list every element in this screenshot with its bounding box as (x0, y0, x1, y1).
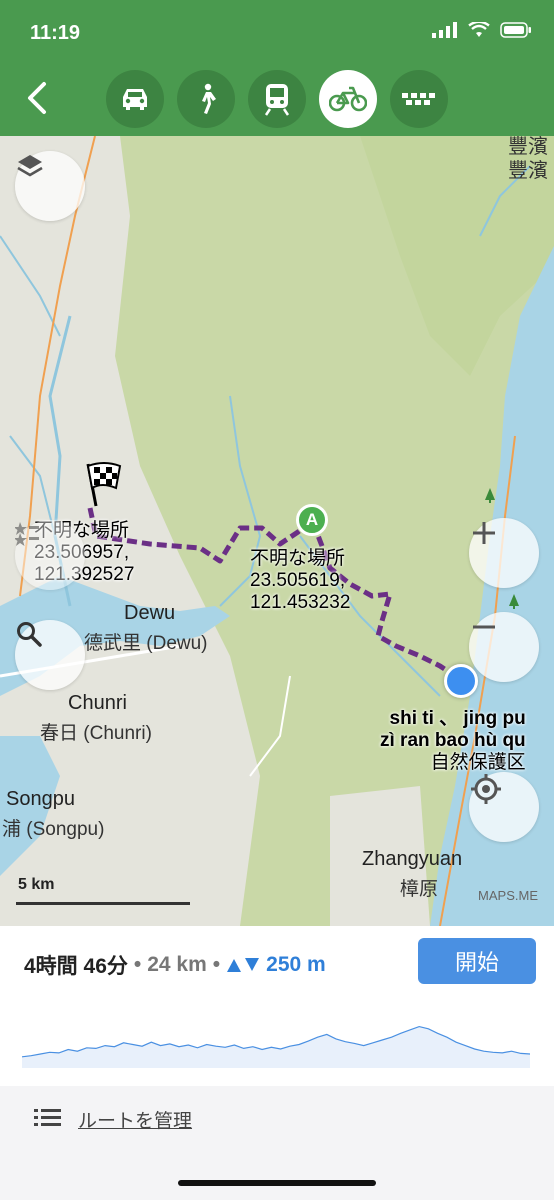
route-mode-bar (0, 62, 554, 136)
start-pin-lat: 23.505619, (250, 570, 346, 591)
manage-route-bar[interactable]: ルートを管理 (0, 1086, 554, 1148)
mode-car-button[interactable] (106, 70, 164, 128)
elevation-icon (227, 958, 260, 972)
route-summary-panel: 4時間 46分 • 24 km • 250 m 開始 (0, 926, 554, 1086)
status-bar: 11:19 (0, 0, 554, 62)
my-location-button[interactable] (469, 772, 539, 842)
map-scale-label: 5 km (18, 876, 55, 893)
route-duration: 4時間 46分 (24, 955, 128, 978)
bike-icon (329, 86, 367, 112)
current-location-line2: zì ran bao hù qu (380, 730, 526, 751)
separator-dot: • (133, 953, 142, 976)
map-label-songpu-jp: 浦 (Songpu) (2, 819, 105, 840)
signal-icon (432, 22, 457, 38)
map-label-zhangyuan-en: Zhangyuan (362, 848, 463, 870)
train-icon (264, 84, 290, 116)
route-elevation: 250 m (266, 953, 326, 976)
zoom-out-button[interactable] (469, 612, 539, 682)
map-scale-bar (16, 902, 190, 905)
map-label-zhangyuan-jp: 樟原 (400, 879, 439, 900)
back-icon[interactable] (20, 78, 56, 118)
search-icon (17, 622, 42, 647)
map-attribution: MAPS.ME (478, 888, 538, 903)
map-label-fengbin-2: 豐濱 (508, 160, 548, 182)
route-summary: 4時間 46分 • 24 km • 250 m (24, 950, 326, 980)
start-pin-lon: 121.453232 (250, 592, 351, 613)
current-location-dot[interactable] (444, 664, 478, 698)
current-location-label: shi ti 、 jing pu zì ran bao hù qu 自然保護区 (380, 708, 526, 774)
zoom-in-button[interactable] (469, 518, 539, 588)
battery-icon (500, 22, 531, 38)
layers-button[interactable] (15, 151, 85, 221)
status-time: 11:19 (30, 22, 81, 44)
layers-icon (17, 155, 43, 177)
walk-icon (202, 83, 216, 114)
mode-bike-button[interactable] (319, 70, 377, 128)
wifi-icon (468, 22, 490, 37)
crosshair-icon (471, 774, 501, 804)
start-marker-a[interactable]: A (296, 504, 328, 536)
bookmarks-icon (15, 522, 39, 546)
map-label-songpu-en: Songpu (6, 788, 75, 810)
current-location-line1: shi ti 、 jing pu (389, 708, 526, 729)
route-distance: 24 km (147, 953, 207, 976)
taxi-icon (402, 93, 435, 105)
map-view[interactable]: 豐濱 豐濱 Dewu 德武里 (Dewu) Chunri 春日 (Chunri)… (0, 136, 554, 926)
start-pin-title: 不明な場所 (250, 548, 346, 569)
search-button[interactable] (15, 620, 85, 690)
car-icon (123, 89, 147, 110)
mode-walk-button[interactable] (177, 70, 235, 128)
finish-flag-icon[interactable] (82, 460, 126, 508)
manage-route-label: ルートを管理 (78, 1111, 193, 1132)
current-location-line3: 自然保護区 (430, 752, 526, 773)
mode-taxi-button[interactable] (390, 70, 448, 128)
mode-transit-button[interactable] (248, 70, 306, 128)
separator-dot: • (212, 953, 221, 976)
map-label-dewu-jp: 德武里 (Dewu) (84, 633, 208, 654)
map-label-chunri-jp: 春日 (Chunri) (40, 723, 152, 744)
plus-icon (473, 522, 495, 544)
list-icon (34, 1109, 61, 1126)
map-label-dewu-en: Dewu (124, 602, 176, 624)
home-indicator (178, 1180, 376, 1186)
start-navigation-button[interactable]: 開始 (418, 938, 536, 984)
elevation-profile-chart (22, 1025, 530, 1068)
start-pin-label[interactable]: 不明な場所 23.505619, 121.453232 (250, 548, 350, 614)
map-label-chunri-en: Chunri (68, 692, 127, 714)
bookmarks-button[interactable] (15, 520, 85, 590)
minus-icon (473, 625, 495, 629)
